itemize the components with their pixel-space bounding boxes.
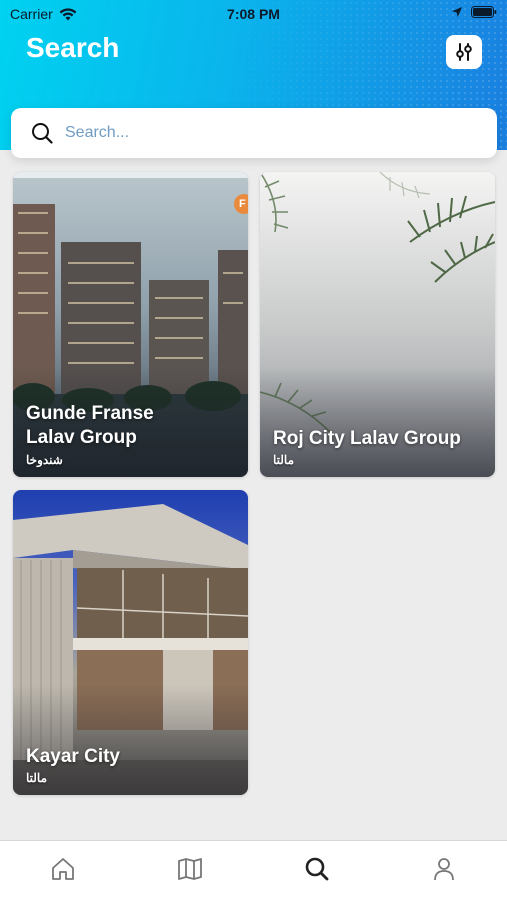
project-card-gunde-franse[interactable]: F Gunde Franse Lalav Group شندوخا xyxy=(13,172,248,477)
project-card-roj-city[interactable]: Roj City Lalav Group مالتا xyxy=(260,172,495,477)
search-icon xyxy=(32,123,53,144)
card-shade xyxy=(260,367,495,477)
sliders-icon xyxy=(456,43,472,61)
tab-profile[interactable] xyxy=(380,841,507,900)
project-location: مالتا xyxy=(26,771,48,785)
project-title: Kayar City xyxy=(26,746,120,767)
project-card-kayar-city[interactable]: Kayar City مالتا xyxy=(13,490,248,795)
project-title-line-1: Gunde Franse xyxy=(26,403,154,424)
map-icon xyxy=(178,857,203,880)
project-location: شندوخا xyxy=(26,453,63,467)
tab-bar xyxy=(0,840,507,900)
page-title: Search xyxy=(26,32,120,63)
tab-map[interactable] xyxy=(127,841,254,900)
tab-home[interactable] xyxy=(0,841,127,900)
status-right-group xyxy=(451,6,497,18)
location-arrow-icon xyxy=(452,7,462,17)
card-shade xyxy=(13,685,248,795)
status-time: 7:08 PM xyxy=(227,6,280,22)
badge: F xyxy=(234,194,248,214)
filter-button[interactable] xyxy=(446,35,482,69)
project-title: Gunde Franse Lalav Group xyxy=(26,402,154,450)
project-location: مالتا xyxy=(273,453,295,467)
tab-search[interactable] xyxy=(254,841,381,900)
status-bar: Carrier 7:08 PM xyxy=(0,0,507,28)
battery-icon xyxy=(471,6,497,18)
home-icon xyxy=(52,857,75,880)
project-title: Roj City Lalav Group xyxy=(273,428,461,449)
person-icon xyxy=(433,857,454,880)
search-input[interactable] xyxy=(65,124,445,142)
search-bar[interactable] xyxy=(11,108,497,158)
search-icon xyxy=(305,857,329,880)
project-title-line-2: Lalav Group xyxy=(26,427,137,448)
